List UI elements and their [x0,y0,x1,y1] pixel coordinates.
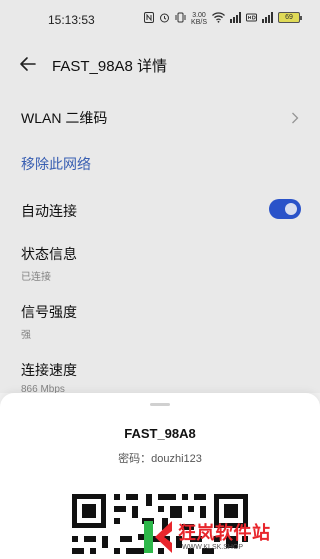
watermark-text: 狂岚软件站 [178,523,271,543]
sheet-drag-handle[interactable] [150,403,170,406]
sheet-ssid: FAST_98A8 [124,426,196,441]
sheet-password: 密码：douzhi123 [118,453,202,465]
watermark-k-icon [144,521,172,553]
dim-overlay[interactable] [0,0,320,393]
watermark-logo: 狂岚软件站 WWW.KLSK.SHOP [142,517,320,559]
watermark-url: WWW.KLSK.SHOP [182,544,244,551]
